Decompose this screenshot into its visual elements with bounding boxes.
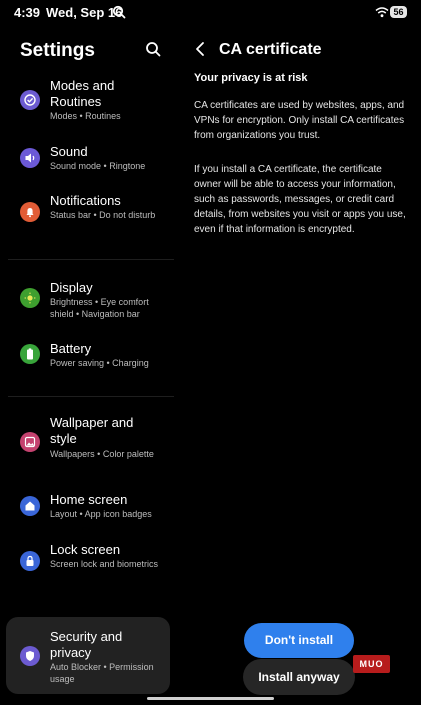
brightness-icon <box>20 288 40 308</box>
wallpaper-icon <box>20 432 40 452</box>
install-anyway-button[interactable]: Install anyway <box>243 659 355 695</box>
settings-title: Settings <box>20 40 95 61</box>
back-chevron-icon[interactable] <box>194 41 206 57</box>
settings-item-wallpaper[interactable]: Wallpaper and style Wallpapers • Color p… <box>8 415 170 471</box>
lock-icon <box>20 551 40 571</box>
settings-item-security-privacy[interactable]: Security and privacy Auto Blocker • Perm… <box>8 627 170 687</box>
item-subtitle: Auto Blocker • Permission usage <box>50 662 154 684</box>
item-title: Modes and Routines <box>50 78 115 109</box>
item-subtitle: Sound mode • Ringtone <box>50 161 146 171</box>
item-title: Notifications <box>50 193 121 208</box>
item-title: Battery <box>50 341 92 356</box>
navigation-handle[interactable] <box>147 697 274 700</box>
status-date: Wed, Sep 16 <box>46 5 123 20</box>
search-icon <box>112 5 126 19</box>
item-subtitle: Modes • Routines <box>50 111 121 121</box>
item-title: Lock screen <box>50 542 121 557</box>
settings-item-sound[interactable]: Sound Sound mode • Ringtone <box>8 144 170 176</box>
item-title: Wallpaper and style <box>50 415 134 446</box>
item-title: Display <box>50 280 93 295</box>
settings-item-modes[interactable]: Modes and Routines Modes • Routines <box>8 78 170 126</box>
dont-install-button[interactable]: Don't install <box>244 623 354 658</box>
item-title: Sound <box>50 144 88 159</box>
description-paragraph-2: If you install a CA certificate, the cer… <box>194 164 406 235</box>
privacy-warning-heading: Your privacy is at risk <box>194 72 308 84</box>
item-subtitle: Brightness • Eye comfort shield • Naviga… <box>50 297 149 319</box>
settings-item-battery[interactable]: Battery Power saving • Charging <box>8 341 170 373</box>
item-title: Security and privacy <box>50 629 123 660</box>
settings-item-lock-screen[interactable]: Lock screen Screen lock and biometrics <box>8 542 170 584</box>
section-divider <box>8 259 174 260</box>
settings-item-home-screen[interactable]: Home screen Layout • App icon badges <box>8 492 170 524</box>
battery-icon <box>20 344 40 364</box>
section-divider <box>8 396 174 397</box>
item-subtitle: Power saving • Charging <box>50 358 149 368</box>
settings-item-notifications[interactable]: Notifications Status bar • Do not distur… <box>8 193 170 235</box>
modes-icon <box>20 90 40 110</box>
home-icon <box>20 496 40 516</box>
sound-icon <box>20 148 40 168</box>
shield-icon <box>20 646 40 666</box>
item-subtitle: Layout • App icon badges <box>50 509 152 519</box>
item-title: Home screen <box>50 492 128 507</box>
watermark-logo: MUO <box>353 655 390 673</box>
item-subtitle: Screen lock and biometrics <box>50 559 159 569</box>
wifi-icon <box>375 7 389 18</box>
description-paragraph-1: CA certificates are used by websites, ap… <box>194 100 405 141</box>
settings-search-icon[interactable] <box>145 41 161 57</box>
item-subtitle: Wallpapers • Color palette <box>50 449 154 459</box>
status-time: 4:39 <box>14 5 41 20</box>
settings-item-display[interactable]: Display Brightness • Eye comfort shield … <box>8 280 170 322</box>
item-subtitle: Status bar • Do not disturb <box>50 210 156 220</box>
battery-indicator: 56 <box>390 6 407 18</box>
page-title: CA certificate <box>219 41 322 58</box>
bell-icon <box>20 202 40 222</box>
status-bar: 4:39 Wed, Sep 16 56 <box>0 0 421 26</box>
